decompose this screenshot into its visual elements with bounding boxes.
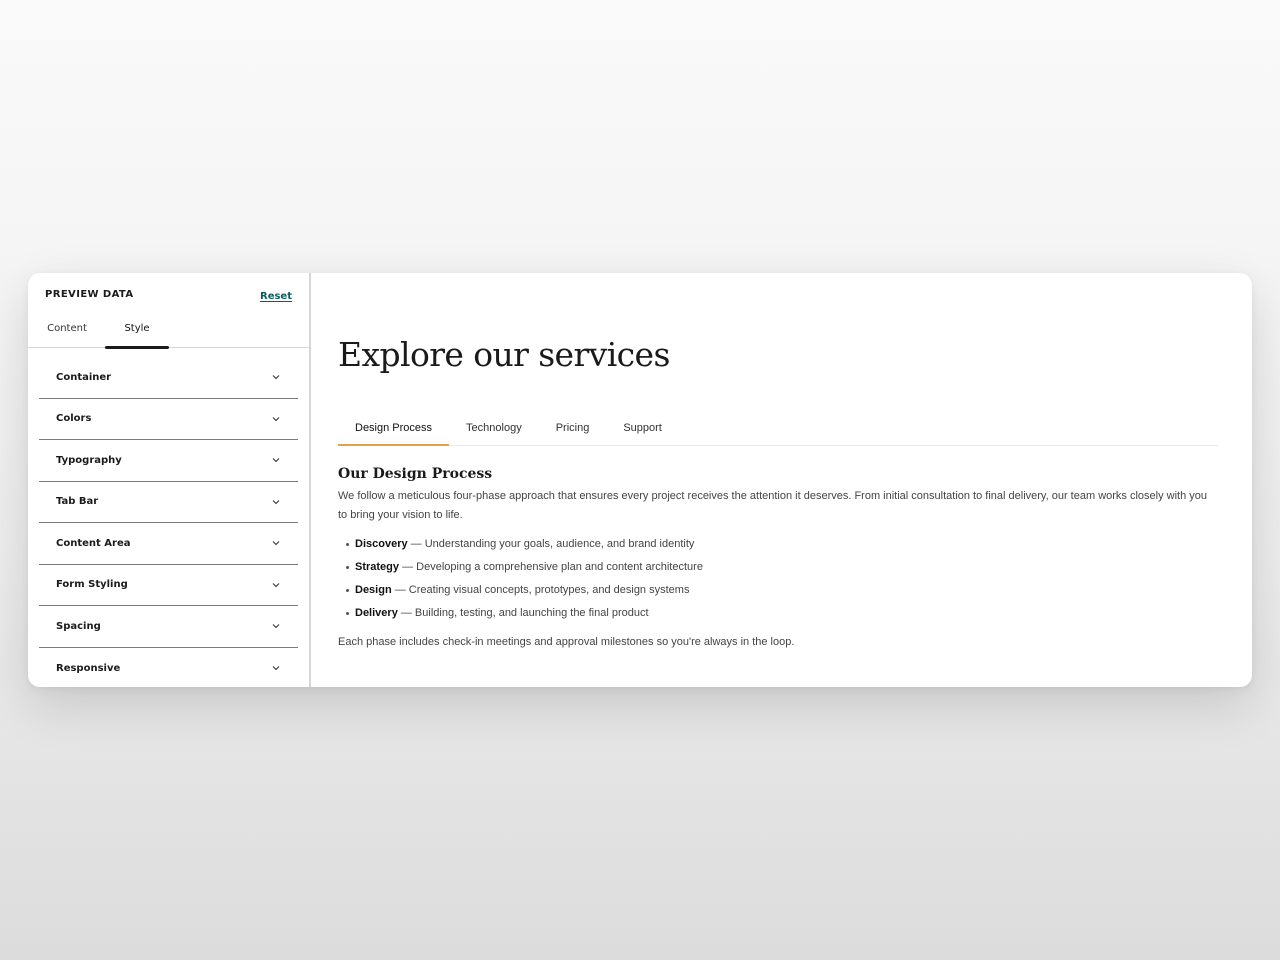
preview-data-sidebar: PREVIEW DATA Reset Content Style Contain…: [28, 273, 311, 687]
tab-pricing[interactable]: Pricing: [539, 411, 607, 445]
accordion-label: Form Styling: [56, 579, 128, 591]
style-accordion: Container Colors Typography Tab Bar Cont…: [39, 357, 298, 687]
tab-design-process[interactable]: Design Process: [338, 411, 450, 446]
accordion-label: Typography: [56, 454, 122, 466]
phase-name: Discovery: [355, 538, 408, 550]
sidebar-title: PREVIEW DATA: [45, 288, 134, 300]
tab-style[interactable]: Style: [105, 317, 169, 349]
sidebar-header: PREVIEW DATA Reset: [45, 284, 292, 304]
chevron-down-icon: [271, 580, 281, 590]
accordion-label: Tab Bar: [56, 496, 99, 508]
tab-support[interactable]: Support: [606, 411, 679, 445]
list-item: Discovery — Understanding your goals, au…: [346, 533, 1218, 556]
list-item: Delivery — Building, testing, and launch…: [346, 602, 1218, 625]
sidebar-tabs: Content Style: [28, 317, 309, 349]
chevron-down-icon: [271, 372, 281, 382]
page-title: Explore our services: [338, 335, 670, 374]
panel-intro: We follow a meticulous four-phase approa…: [338, 490, 1208, 521]
reset-link[interactable]: Reset: [260, 291, 292, 302]
accordion-label: Content Area: [56, 537, 131, 549]
phase-desc: — Understanding your goals, audience, an…: [407, 538, 695, 550]
phase-name: Design: [355, 584, 392, 596]
panel-footer: Each phase includes check-in meetings an…: [338, 636, 795, 648]
preview-canvas: Explore our services Design Process Tech…: [311, 273, 1252, 687]
tab-technology[interactable]: Technology: [449, 411, 539, 445]
chevron-down-icon: [271, 497, 281, 507]
chevron-down-icon: [271, 663, 281, 673]
phase-desc: — Creating visual concepts, prototypes, …: [391, 584, 690, 596]
panel-heading: Our Design Process: [338, 466, 493, 482]
accordion-responsive[interactable]: Responsive: [39, 648, 298, 688]
accordion-label: Responsive: [56, 662, 121, 674]
phase-list: Discovery — Understanding your goals, au…: [338, 533, 1218, 625]
accordion-form-styling[interactable]: Form Styling: [39, 565, 298, 606]
accordion-content-area[interactable]: Content Area: [39, 523, 298, 565]
services-tab-bar: Design Process Technology Pricing Suppor…: [338, 411, 1218, 446]
app-window: PREVIEW DATA Reset Content Style Contain…: [28, 273, 1252, 687]
accordion-spacing[interactable]: Spacing: [39, 606, 298, 648]
phase-desc: — Developing a comprehensive plan and co…: [399, 561, 703, 573]
accordion-label: Colors: [56, 413, 92, 425]
list-item: Design — Creating visual concepts, proto…: [346, 579, 1218, 602]
tab-panel-design-process: Our Design Process We follow a meticulou…: [338, 466, 1218, 652]
tab-content[interactable]: Content: [42, 317, 92, 347]
phase-desc: — Building, testing, and launching the f…: [397, 607, 649, 619]
accordion-container[interactable]: Container: [39, 357, 298, 399]
chevron-down-icon: [271, 455, 281, 465]
chevron-down-icon: [271, 621, 281, 631]
accordion-label: Container: [56, 371, 112, 383]
phase-name: Delivery: [355, 607, 398, 619]
accordion-label: Spacing: [56, 620, 101, 632]
chevron-down-icon: [271, 538, 281, 548]
chevron-down-icon: [271, 414, 281, 424]
phase-name: Strategy: [355, 561, 400, 573]
accordion-typography[interactable]: Typography: [39, 440, 298, 482]
accordion-colors[interactable]: Colors: [39, 399, 298, 440]
list-item: Strategy — Developing a comprehensive pl…: [346, 556, 1218, 579]
accordion-tab-bar[interactable]: Tab Bar: [39, 482, 298, 523]
